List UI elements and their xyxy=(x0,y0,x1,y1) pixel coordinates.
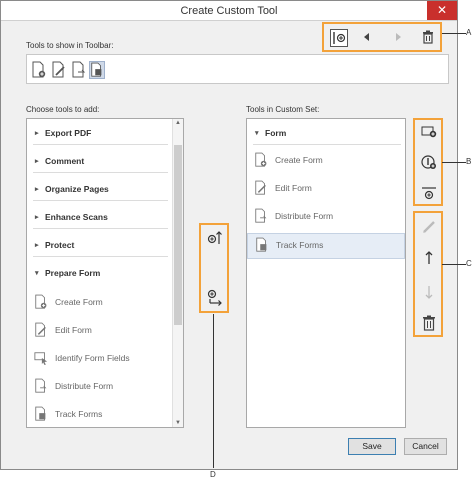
expand-arrow-icon: ▸ xyxy=(35,242,39,249)
scroll-down-icon[interactable]: ▼ xyxy=(175,420,181,426)
toolbar-order-controls xyxy=(322,22,442,52)
create-custom-tool-dialog: Create Custom Tool ✕ Tools to show in To… xyxy=(0,0,458,470)
tool-edit-form[interactable]: Edit Form xyxy=(27,319,172,341)
left-panel-scrollbar[interactable]: ▲ ▼ xyxy=(172,119,183,427)
callout-label-d: D xyxy=(210,470,216,479)
set-item-controls xyxy=(413,118,443,206)
callout-label-a: A xyxy=(466,28,472,37)
custom-category-form[interactable]: ▾ Form xyxy=(247,123,405,145)
add-divider-icon[interactable] xyxy=(420,184,438,202)
category-export-pdf[interactable]: ▸ Export PDF xyxy=(27,123,172,145)
choose-tools-label: Choose tools to add: xyxy=(26,105,100,114)
close-button[interactable]: ✕ xyxy=(427,1,457,20)
trash-icon[interactable] xyxy=(420,29,438,47)
delete-icon[interactable] xyxy=(420,314,438,332)
category-prepare-form[interactable]: ▾ Prepare Form xyxy=(27,263,172,285)
category-organize-pages[interactable]: ▸ Organize Pages xyxy=(27,179,172,201)
collapse-arrow-icon: ▾ xyxy=(255,130,259,137)
custom-tool-track-forms[interactable]: Track Forms xyxy=(247,233,405,259)
create-form-icon xyxy=(254,152,268,168)
expand-arrow-icon: ▸ xyxy=(35,158,39,165)
edit-form-icon xyxy=(34,322,48,338)
expand-arrow-icon: ▸ xyxy=(35,214,39,221)
window-title: Create Custom Tool xyxy=(180,5,278,17)
create-form-icon[interactable] xyxy=(31,61,47,79)
collapse-arrow-icon: ▾ xyxy=(35,270,39,277)
create-form-icon xyxy=(34,294,48,310)
expand-arrow-icon: ▸ xyxy=(35,130,39,137)
insert-separator-icon[interactable] xyxy=(330,29,348,47)
toolbar-preview xyxy=(26,54,449,84)
callout-label-c: C xyxy=(466,259,472,268)
tool-distribute-form[interactable]: Distribute Form xyxy=(27,375,172,397)
callout-label-b: B xyxy=(466,157,472,166)
save-button[interactable]: Save xyxy=(348,438,396,455)
custom-set-label: Tools in Custom Set: xyxy=(246,105,320,114)
add-separator-icon[interactable] xyxy=(420,123,438,141)
remove-from-set-icon[interactable] xyxy=(206,289,224,307)
category-enhance-scans[interactable]: ▸ Enhance Scans xyxy=(27,207,172,229)
toolbar-section-label: Tools to show in Toolbar: xyxy=(26,41,114,50)
distribute-form-icon[interactable] xyxy=(71,61,87,79)
title-bar: Create Custom Tool ✕ xyxy=(1,1,457,21)
custom-set-list[interactable]: ▾ Form Create Form Edit Form Distribute … xyxy=(246,118,406,428)
move-down-icon[interactable] xyxy=(420,283,438,301)
add-to-set-icon[interactable] xyxy=(206,229,224,247)
callout-line-a xyxy=(442,33,466,34)
custom-tool-distribute-form[interactable]: Distribute Form xyxy=(247,205,405,231)
tool-track-forms[interactable]: Track Forms xyxy=(27,403,172,425)
available-tools-list[interactable]: ▸ Export PDF ▸ Comment ▸ Organize Pages … xyxy=(26,118,184,428)
move-up-icon[interactable] xyxy=(420,249,438,267)
category-protect[interactable]: ▸ Protect xyxy=(27,235,172,257)
callout-line-c xyxy=(442,264,466,265)
category-comment[interactable]: ▸ Comment xyxy=(27,151,172,173)
expand-arrow-icon: ▸ xyxy=(35,186,39,193)
scroll-thumb[interactable] xyxy=(174,145,182,325)
track-forms-icon xyxy=(255,237,269,253)
add-remove-controls xyxy=(199,223,229,313)
track-forms-icon[interactable] xyxy=(89,61,105,79)
tool-create-form[interactable]: Create Form xyxy=(27,291,172,313)
move-right-icon[interactable] xyxy=(390,29,408,47)
set-order-controls xyxy=(413,211,443,337)
tool-identify-form-fields[interactable]: Identify Form Fields xyxy=(27,347,172,369)
scroll-up-icon[interactable]: ▲ xyxy=(175,120,181,126)
track-forms-icon xyxy=(34,406,48,422)
custom-tool-edit-form[interactable]: Edit Form xyxy=(247,177,405,203)
callout-line-d xyxy=(213,314,214,468)
move-left-icon[interactable] xyxy=(359,29,377,47)
distribute-form-icon xyxy=(254,208,268,224)
identify-form-fields-icon xyxy=(34,350,48,366)
add-label-icon[interactable] xyxy=(420,153,438,171)
custom-tool-create-form[interactable]: Create Form xyxy=(247,149,405,175)
callout-line-b xyxy=(442,162,466,163)
distribute-form-icon xyxy=(34,378,48,394)
edit-form-icon[interactable] xyxy=(51,61,67,79)
cancel-button[interactable]: Cancel xyxy=(404,438,447,455)
rename-pencil-icon[interactable] xyxy=(420,218,438,236)
edit-form-icon xyxy=(254,180,268,196)
